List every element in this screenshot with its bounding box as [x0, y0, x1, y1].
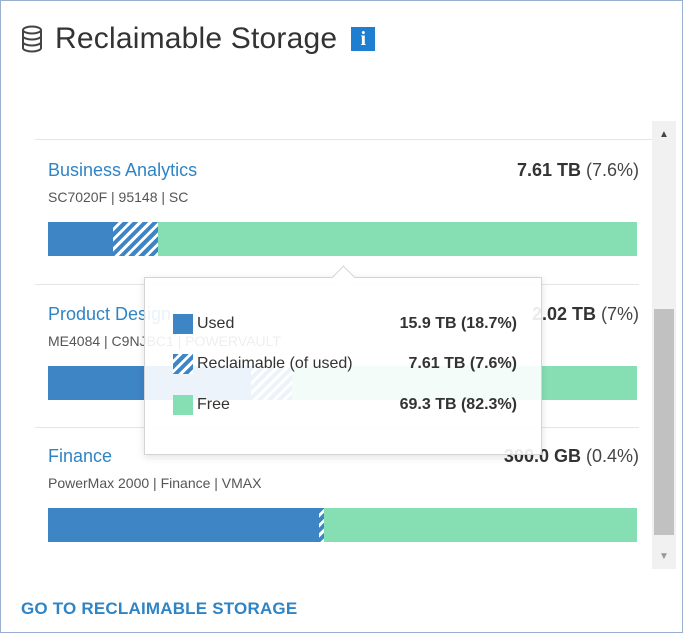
capacity-bar[interactable]: [48, 508, 637, 542]
scrollbar-thumb[interactable]: [654, 309, 674, 535]
tooltip-value: 15.9 TB (18.7%): [399, 315, 517, 332]
amount-percent: (7%): [600, 304, 639, 324]
free-segment: [323, 508, 637, 542]
tooltip-value: 7.61 TB (7.6%): [408, 355, 517, 372]
tooltip-label: Free: [197, 396, 230, 413]
info-icon[interactable]: i: [351, 27, 376, 51]
tooltip-label: Used: [197, 315, 235, 332]
free-segment: [157, 222, 637, 256]
reclaimable-amount: 2.02 TB (7%): [532, 304, 639, 325]
reclaimable-amount: 7.61 TB (7.6%): [517, 160, 639, 181]
tooltip-row-reclaimable: Reclaimable (of used) 7.61 TB (7.6%): [173, 353, 517, 375]
storage-system-meta: PowerMax 2000 | Finance | VMAX: [48, 475, 262, 491]
scroll-up-arrow-icon[interactable]: ▲: [652, 125, 676, 145]
list-item: Finance 300.0 GB (0.4%) PowerMax 2000 | …: [35, 446, 639, 546]
storage-system-link[interactable]: Business Analytics: [48, 160, 197, 181]
database-icon: [22, 25, 42, 53]
list-item: Business Analytics 7.61 TB (7.6%) SC7020…: [35, 160, 639, 260]
scrollbar[interactable]: ▲ ▼: [652, 121, 676, 569]
used-swatch: [173, 314, 193, 334]
go-to-reclaimable-storage-link[interactable]: GO TO RECLAIMABLE STORAGE: [21, 599, 297, 619]
amount-percent: (0.4%): [585, 446, 639, 466]
tooltip-label: Reclaimable (of used): [197, 355, 353, 372]
amount-value: 7.61 TB: [516, 160, 581, 180]
used-segment: [48, 508, 319, 542]
card-header: Reclaimable Storage i: [21, 19, 376, 59]
used-segment: [48, 222, 113, 256]
capacity-tooltip: Used 15.9 TB (18.7%) Reclaimable (of use…: [144, 265, 542, 455]
reclaimable-swatch: [173, 354, 193, 374]
tooltip-value: 69.3 TB (82.3%): [399, 396, 517, 413]
storage-system-link[interactable]: Finance: [48, 446, 112, 467]
card-title: Reclaimable Storage: [55, 22, 338, 55]
free-swatch: [173, 395, 193, 415]
scroll-down-arrow-icon[interactable]: ▼: [652, 547, 676, 567]
tooltip-row-free: Free 69.3 TB (82.3%): [173, 394, 517, 416]
tooltip-row-used: Used 15.9 TB (18.7%): [173, 313, 517, 335]
storage-system-meta: SC7020F | 95148 | SC: [48, 189, 189, 205]
capacity-bar[interactable]: [48, 222, 637, 256]
reclaimable-storage-card: Reclaimable Storage i Business Analytics…: [0, 0, 683, 633]
reclaimable-segment: [112, 222, 158, 256]
amount-percent: (7.6%): [585, 160, 639, 180]
